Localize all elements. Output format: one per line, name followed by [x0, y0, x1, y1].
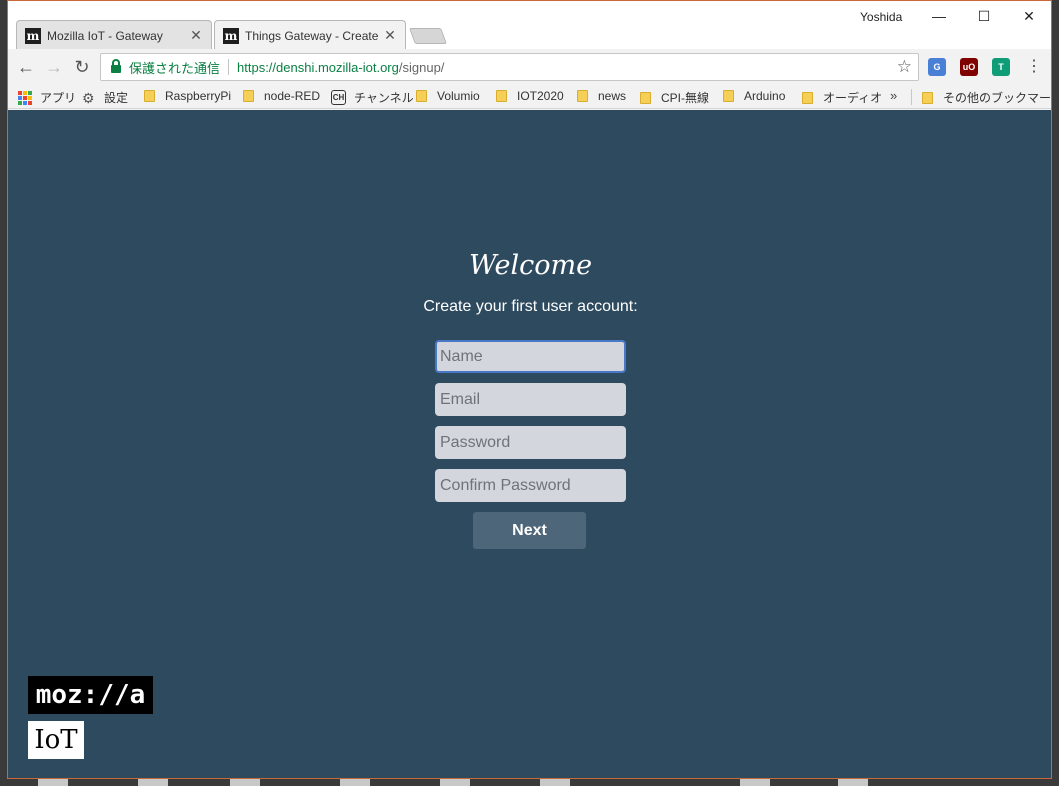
- gear-icon: ⚙: [82, 89, 95, 106]
- folder-icon: [640, 91, 651, 104]
- iot-logo: IoT: [28, 721, 84, 759]
- tab-extension-icon[interactable]: T: [992, 58, 1010, 76]
- bookmarks-more-icon[interactable]: »: [890, 88, 897, 103]
- bookmark-label: アプリ: [40, 91, 77, 105]
- tab-title: Things Gateway - Create: [245, 28, 379, 43]
- page-subtitle: Create your first user account:: [423, 298, 638, 315]
- bookmark-apps[interactable]: アプリ: [18, 89, 76, 106]
- bookmark-arduino[interactable]: Arduino: [723, 89, 785, 103]
- bookmarks-bar: アプリ ⚙ 設定 RaspberryPi node-RED CH チャンネル V…: [8, 85, 1052, 109]
- folder-icon: [922, 91, 933, 104]
- close-window-button[interactable]: ✕: [1009, 5, 1049, 27]
- bookmark-news[interactable]: news: [577, 89, 626, 103]
- folder-icon: [496, 90, 507, 102]
- signup-page: Welcome Create your first user account: …: [8, 110, 1051, 778]
- browser-toolbar: ← → ↻ 保護された通信 https://denshi.mozilla-iot…: [8, 49, 1051, 85]
- bookmark-label: チャンネル: [354, 91, 414, 105]
- bookmark-volumio[interactable]: Volumio: [416, 89, 480, 103]
- mozilla-logo: moz://a: [28, 676, 153, 714]
- bookmark-label: node-RED: [264, 89, 321, 103]
- tab-title: Mozilla IoT - Gateway: [47, 28, 163, 43]
- profile-name[interactable]: Yoshida: [860, 10, 902, 24]
- folder-icon: [416, 90, 427, 102]
- reload-icon[interactable]: ↻: [70, 55, 94, 79]
- url-host: https://denshi.mozilla-iot.org: [237, 59, 399, 75]
- bookmark-other[interactable]: その他のブックマーク: [922, 89, 1052, 106]
- folder-icon: [144, 90, 155, 102]
- address-bar[interactable]: 保護された通信 https://denshi.mozilla-iot.org /…: [100, 53, 919, 81]
- bookmark-label: Volumio: [437, 89, 480, 103]
- url-divider: [228, 59, 230, 75]
- bookmark-settings[interactable]: ⚙ 設定: [82, 89, 128, 106]
- tab-things-gateway-create[interactable]: m Things Gateway - Create ✕: [214, 20, 406, 50]
- tab-close-icon[interactable]: ✕: [189, 27, 203, 44]
- bookmark-label: オーディオ: [823, 91, 883, 105]
- url-path: /signup/: [398, 59, 445, 75]
- bookmark-channel[interactable]: CH チャンネル: [331, 89, 414, 106]
- browser-window: m Mozilla IoT - Gateway ✕ m Things Gatew…: [7, 0, 1052, 779]
- bookmark-label: news: [598, 89, 627, 103]
- bookmark-star-icon[interactable]: ☆: [897, 57, 912, 77]
- new-tab-button[interactable]: [409, 28, 447, 44]
- apps-icon: [18, 90, 32, 105]
- bookmark-cpi-musen[interactable]: CPI-無線: [640, 89, 709, 106]
- bookmark-iot2020[interactable]: IOT2020: [496, 89, 564, 103]
- folder-icon: [802, 91, 813, 104]
- maximize-button[interactable]: ☐: [964, 5, 1004, 27]
- lock-icon: [111, 59, 121, 73]
- bookmark-label: その他のブックマーク: [943, 91, 1052, 105]
- tab-close-icon[interactable]: ✕: [383, 27, 397, 44]
- translate-extension-icon[interactable]: G: [928, 58, 946, 76]
- bookmark-label: 設定: [104, 91, 129, 105]
- bookmark-label: IOT2020: [517, 89, 564, 103]
- browser-menu-icon[interactable]: ⋮: [1026, 56, 1042, 76]
- ublock-extension-icon[interactable]: uO: [960, 58, 978, 76]
- forward-arrow-icon[interactable]: →: [42, 55, 66, 79]
- minimize-button[interactable]: —: [919, 5, 959, 27]
- tab-mozilla-iot-gateway[interactable]: m Mozilla IoT - Gateway ✕: [16, 20, 212, 50]
- title-bar[interactable]: m Mozilla IoT - Gateway ✕ m Things Gatew…: [8, 1, 1051, 50]
- bookmark-node-red[interactable]: node-RED: [243, 89, 320, 103]
- bookmark-label: CPI-無線: [661, 91, 710, 105]
- bookmark-label: RaspberryPi: [165, 89, 232, 103]
- folder-icon: [243, 90, 254, 102]
- ch-icon: CH: [331, 90, 346, 105]
- bookmark-audio[interactable]: オーディオ: [802, 89, 882, 106]
- email-input[interactable]: [435, 383, 626, 416]
- bookmark-raspberrypi[interactable]: RaspberryPi: [144, 89, 231, 103]
- back-arrow-icon[interactable]: ←: [14, 55, 38, 79]
- folder-icon: [723, 90, 734, 102]
- password-input[interactable]: [435, 426, 626, 459]
- page-title: Welcome: [468, 250, 593, 281]
- confirm-password-input[interactable]: [435, 469, 626, 502]
- secure-label[interactable]: 保護された通信: [129, 58, 220, 77]
- next-button[interactable]: Next: [473, 512, 586, 549]
- mozilla-favicon-icon: m: [25, 27, 41, 44]
- folder-icon: [577, 90, 588, 102]
- bookmark-label: Arduino: [744, 89, 786, 103]
- bookmarks-divider: [911, 89, 912, 105]
- name-input[interactable]: [435, 340, 626, 373]
- mozilla-favicon-icon: m: [223, 27, 239, 44]
